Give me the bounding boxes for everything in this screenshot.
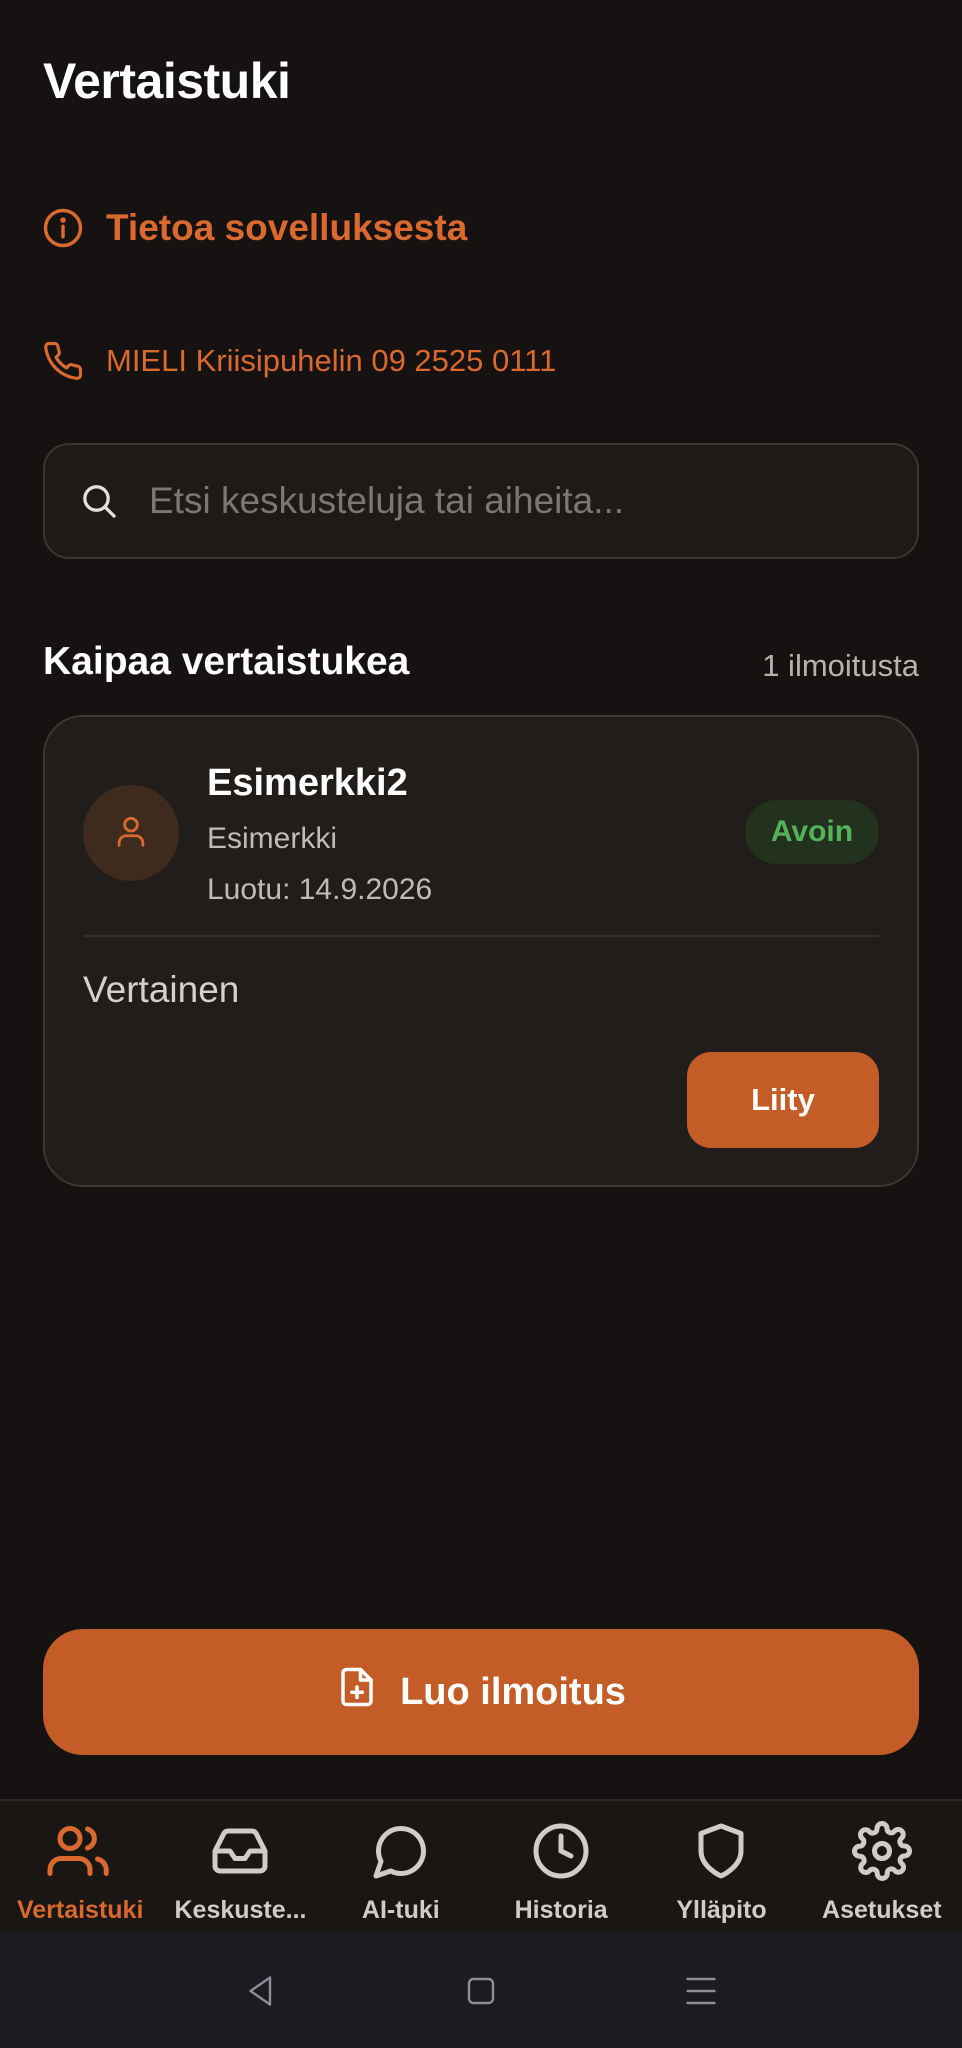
file-plus-icon: [336, 1666, 378, 1718]
nav-item-yllapito[interactable]: Ylläpito: [641, 1801, 801, 1933]
create-listing-button[interactable]: Luo ilmoitus: [43, 1629, 919, 1755]
section-title: Kaipaa vertaistukea: [43, 640, 410, 683]
about-app-link[interactable]: Tietoa sovelluksesta: [42, 207, 467, 249]
listing-title: Esimerkki2: [207, 762, 408, 804]
search-bar[interactable]: [43, 443, 919, 559]
crisis-phone-link[interactable]: MIELI Kriisipuhelin 09 2525 0111: [42, 340, 556, 382]
listing-card[interactable]: Esimerkki2 Esimerkki Luotu: 14.9.2026 Av…: [43, 715, 919, 1187]
nav-item-asetukset[interactable]: Asetukset: [802, 1801, 962, 1933]
nav-item-historia[interactable]: Historia: [481, 1801, 641, 1933]
nav-item-ai-tuki[interactable]: AI-tuki: [321, 1801, 481, 1933]
create-listing-label: Luo ilmoitus: [400, 1670, 626, 1713]
clock-icon: [531, 1821, 591, 1886]
nav-label: Vertaistuki: [16, 1896, 144, 1924]
search-input[interactable]: [149, 480, 869, 522]
card-divider: [83, 935, 879, 937]
listing-description: Vertainen: [83, 969, 240, 1010]
info-icon: [42, 207, 84, 249]
nav-label: AI-tuki: [361, 1896, 440, 1924]
bottom-nav: Vertaistuki Keskuste... AI-tuki Historia: [0, 1799, 962, 1933]
listing-subtitle: Esimerkki: [207, 822, 338, 855]
section-count: 1 ilmoitusta: [762, 648, 919, 683]
nav-item-keskustelut[interactable]: Keskuste...: [160, 1801, 320, 1933]
gear-icon: [851, 1821, 912, 1886]
join-button[interactable]: Liity: [687, 1052, 879, 1148]
phone-icon: [42, 340, 84, 382]
menu-icon[interactable]: [591, 1973, 811, 2009]
about-app-label: Tietoa sovelluksesta: [106, 207, 468, 248]
user-icon: [112, 812, 150, 855]
nav-label: Historia: [514, 1896, 608, 1924]
inbox-icon: [210, 1821, 270, 1886]
shield-icon: [691, 1821, 751, 1886]
nav-label: Ylläpito: [676, 1896, 767, 1924]
home-icon[interactable]: [371, 1973, 591, 2009]
nav-label: Keskuste...: [174, 1896, 307, 1924]
nav-label: Asetukset: [822, 1896, 942, 1924]
search-icon: [79, 481, 119, 521]
users-icon: [45, 1821, 115, 1886]
status-badge: Avoin: [745, 800, 879, 864]
back-icon[interactable]: [151, 1973, 371, 2009]
crisis-phone-label: MIELI Kriisipuhelin 09 2525 0111: [106, 343, 557, 378]
listing-created-date: Luotu: 14.9.2026: [207, 873, 433, 906]
avatar: [83, 785, 179, 881]
chat-bubble-icon: [371, 1821, 431, 1886]
system-navigation-bar: [0, 1933, 962, 2048]
page-title: Vertaistuki: [43, 53, 291, 109]
nav-item-vertaistuki[interactable]: Vertaistuki: [0, 1801, 160, 1933]
